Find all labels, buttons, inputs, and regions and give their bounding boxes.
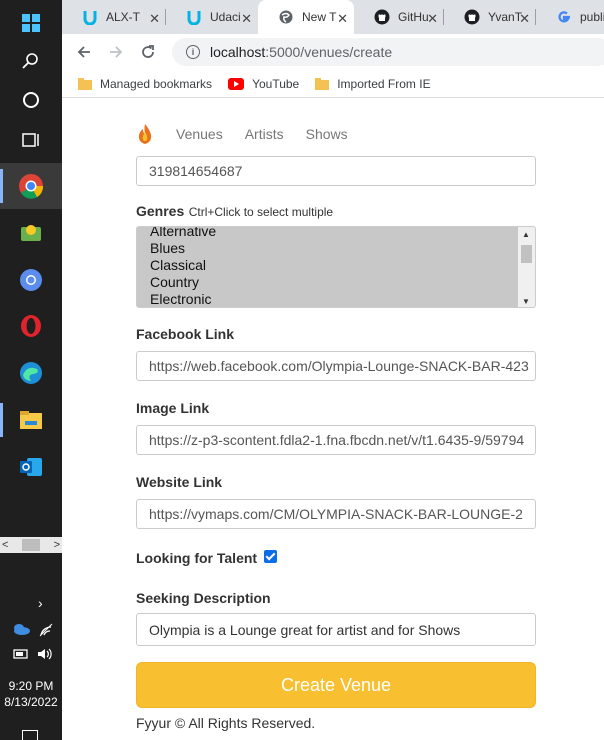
info-icon[interactable]: i [186,45,200,59]
close-icon[interactable]: ✕ [519,11,530,27]
image-label: Image Link [136,400,210,416]
tab-github[interactable]: GitHu ✕ [354,0,444,34]
scroll-thumb[interactable] [22,539,40,551]
facebook-label: Facebook Link [136,326,235,342]
outlook-icon[interactable] [0,444,62,490]
close-icon[interactable]: ✕ [149,11,160,27]
talent-label: Looking for Talent [136,550,258,566]
scroll-up-icon[interactable]: ▲ [522,230,530,239]
folder-icon [315,77,330,90]
chrome-secondary-icon[interactable] [0,257,62,303]
website-input[interactable]: https://vymaps.com/CM/OLYMPIA-SNACK-BAR-… [136,499,536,529]
clock-date: 8/13/2022 [4,695,58,709]
fyyur-logo-icon[interactable] [136,123,154,145]
phone-input[interactable]: 319814654687 [136,156,536,186]
battery-icon[interactable] [12,647,30,661]
genre-option[interactable]: Electronic [150,291,216,307]
nav-shows[interactable]: Shows [306,126,348,142]
genres-options: Alternative Blues Classical Country Elec… [150,227,216,307]
genres-label: Genres Ctrl+Click to select multiple [136,203,333,221]
taskbar-scrollbar[interactable]: < > [0,537,62,553]
bookmark-label: YouTube [252,76,300,91]
tab-google[interactable]: publi [536,0,604,34]
edge-icon[interactable] [0,350,62,396]
tab-new-tab[interactable]: New T ✕ [258,0,354,34]
tab-title: ALX-T [106,10,141,24]
file-explorer-icon[interactable] [0,397,62,443]
genres-label-text: Genres [136,203,185,219]
close-icon[interactable]: ✕ [337,11,348,27]
genres-scrollbar[interactable]: ▲ ▼ [518,227,535,307]
site-navbar: Venues Artists Shows [136,123,348,145]
nav-venues[interactable]: Venues [176,126,223,142]
clock-time: 9:20 PM [8,679,54,693]
system-clock[interactable]: 9:20 PM 8/13/2022 [0,678,62,710]
image-input[interactable]: https://z-p3-scontent.fdla2-1.fna.fbcdn.… [136,425,536,455]
scroll-left-icon[interactable]: < [2,539,8,551]
create-venue-button[interactable]: Create Venue [136,662,536,708]
reload-icon[interactable] [138,42,158,62]
genres-hint: Ctrl+Click to select multiple [188,205,334,219]
notification-icon[interactable] [22,730,38,740]
tab-title: GitHu [398,10,429,24]
tab-title: YvanT [488,10,523,24]
page-content: Venues Artists Shows 319814654687 Genres… [62,99,604,740]
tab-title: publi [580,10,604,24]
udacity-icon [186,9,202,25]
close-icon[interactable]: ✕ [241,11,252,27]
folder-icon [78,77,92,90]
talent-checkbox[interactable] [263,550,277,563]
bookmark-managed[interactable]: Managed bookmarks [78,77,212,91]
tab-alx[interactable]: ALX-T ✕ [62,0,166,34]
facebook-input[interactable]: https://web.facebook.com/Olympia-Lounge-… [136,351,536,381]
browser-tabstrip: ALX-T ✕ Udaci ✕ New T ✕ GitHu ✕ YvanT ✕ … [62,0,604,34]
google-icon [556,9,572,25]
windows-taskbar: < > › 9:20 PM 8/13/2022 [0,0,62,740]
browser-toolbar: i localhost:5000/venues/create [62,34,604,70]
bookmark-label: Imported From IE [337,76,431,91]
wifi-icon[interactable] [38,623,54,637]
github-icon [464,9,480,25]
nav-artists[interactable]: Artists [245,126,284,142]
onedrive-icon[interactable] [12,623,30,635]
chevron-right-icon[interactable]: › [38,595,43,611]
bookmark-label: Managed bookmarks [100,76,213,91]
youtube-icon [228,77,245,90]
url-host: localhost [210,44,266,60]
talent-row: Looking for Talent [136,550,277,568]
genre-option[interactable]: Alternative [150,227,216,240]
udacity-icon [82,9,98,25]
close-icon[interactable]: ✕ [427,11,438,27]
scroll-thumb[interactable] [521,245,532,263]
chrome-icon[interactable] [0,163,62,209]
github-icon [374,9,390,25]
tab-title: New T [302,10,337,24]
opera-icon[interactable] [0,303,62,349]
footer-text: Fyyur © All Rights Reserved. [136,715,316,731]
website-label: Website Link [136,474,223,490]
seeking-label: Seeking Description [136,590,271,606]
genre-option[interactable]: Country [150,274,216,291]
task-view-icon[interactable] [0,117,62,163]
genre-option[interactable]: Classical [150,257,216,274]
tab-github-yvan[interactable]: YvanT ✕ [444,0,536,34]
bookmarks-bar: Managed bookmarks YouTube Imported From … [62,70,604,98]
back-icon[interactable] [74,42,94,62]
genres-select[interactable]: Alternative Blues Classical Country Elec… [136,226,536,308]
forward-icon[interactable] [106,42,126,62]
bookmark-imported[interactable]: Imported From IE [315,76,431,91]
volume-icon[interactable] [36,647,54,661]
bookmark-youtube[interactable]: YouTube [228,77,299,91]
address-bar[interactable]: i localhost:5000/venues/create [172,38,604,66]
scroll-down-icon[interactable]: ▼ [522,297,530,306]
tab-title: Udaci [210,10,241,24]
app-icon[interactable] [0,210,62,256]
scroll-right-icon[interactable]: > [54,539,60,551]
url-path: :5000/venues/create [265,44,393,60]
seeking-input[interactable]: Olympia is a Lounge great for artist and… [136,613,536,646]
tab-udacity[interactable]: Udaci ✕ [166,0,258,34]
genre-option[interactable]: Blues [150,240,216,257]
globe-icon [278,9,294,25]
